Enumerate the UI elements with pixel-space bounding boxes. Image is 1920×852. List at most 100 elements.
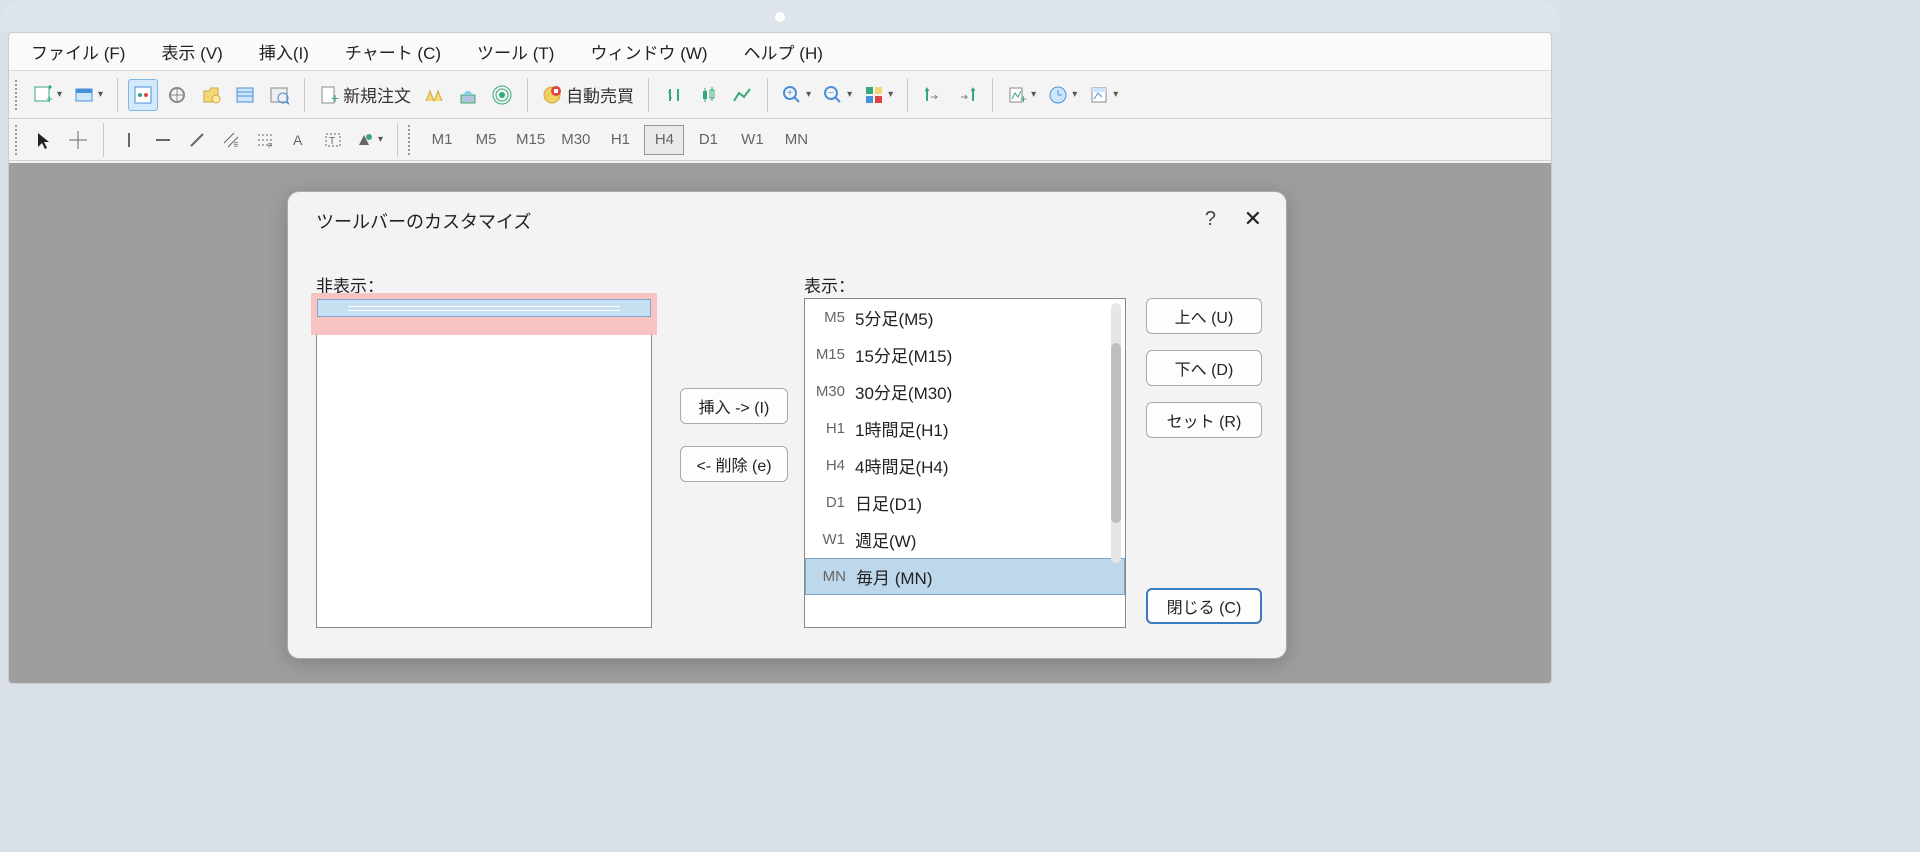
menubar: ファイル (F) 表示 (V) 挿入(I) チャート (C) ツール (T) ウ…	[9, 33, 1551, 71]
text-label-icon[interactable]: T	[318, 124, 348, 156]
timeframe-h4[interactable]: H4	[644, 125, 684, 155]
separator	[117, 78, 118, 112]
shapes-icon[interactable]	[352, 124, 387, 156]
item-code: W1	[811, 531, 855, 548]
text-icon[interactable]: A	[284, 124, 314, 156]
menu-insert[interactable]: 挿入(I)	[241, 39, 327, 64]
window-dot	[775, 12, 785, 22]
toolbar-handle[interactable]	[408, 125, 414, 155]
cursor-icon[interactable]	[29, 124, 59, 156]
options-icon[interactable]	[453, 79, 483, 111]
menu-view[interactable]: 表示 (V)	[143, 39, 240, 64]
set-button[interactable]: セット (R)	[1146, 402, 1262, 438]
close-button[interactable]: 閉じる (C)	[1146, 588, 1262, 624]
separator-item[interactable]	[317, 299, 651, 317]
toolbar-handle[interactable]	[15, 125, 21, 155]
timeframe-m1[interactable]: M1	[422, 125, 462, 155]
fibonacci-icon[interactable]: F	[250, 124, 280, 156]
new-order-label: 新規注文	[343, 82, 411, 107]
item-label: 1時間足(H1)	[855, 416, 949, 441]
timeframe-m15[interactable]: M15	[510, 125, 551, 155]
help-icon[interactable]: ?	[1205, 208, 1216, 231]
terminal-icon[interactable]	[230, 79, 260, 111]
auto-scroll-icon[interactable]	[918, 79, 948, 111]
data-window-icon[interactable]	[162, 79, 192, 111]
timeframe-mn[interactable]: MN	[776, 125, 816, 155]
item-code: MN	[812, 568, 856, 585]
trend-line-icon[interactable]	[182, 124, 212, 156]
periods-icon[interactable]	[1044, 79, 1081, 111]
profiles-icon[interactable]	[70, 79, 107, 111]
list-item[interactable]: D1日足(D1)	[805, 484, 1125, 521]
customize-toolbar-dialog: ツールバーのカスタマイズ ? ✕ 非表示： 表示： 挿入 -> (I) <- 削…	[287, 191, 1287, 659]
move-down-button[interactable]: 下へ (D)	[1146, 350, 1262, 386]
market-watch-icon[interactable]	[128, 79, 158, 111]
separator	[527, 78, 528, 112]
equidistant-channel-icon[interactable]: E	[216, 124, 246, 156]
crosshair-icon[interactable]	[63, 124, 93, 156]
svg-text:+: +	[46, 92, 53, 105]
menu-file[interactable]: ファイル (F)	[13, 39, 143, 64]
timeframe-m5[interactable]: M5	[466, 125, 506, 155]
transfer-buttons: 挿入 -> (I) <- 削除 (e)	[680, 388, 788, 482]
delete-button[interactable]: <- 削除 (e)	[680, 446, 788, 482]
candlestick-icon[interactable]	[693, 79, 723, 111]
scrollbar-thumb[interactable]	[1111, 343, 1121, 523]
item-label: 毎月 (MN)	[856, 564, 932, 589]
zoom-in-icon[interactable]: +	[778, 79, 815, 111]
shown-items-list[interactable]: M55分足(M5)M1515分足(M15)M3030分足(M30)H11時間足(…	[804, 298, 1126, 628]
chart-shift-icon[interactable]	[952, 79, 982, 111]
list-item[interactable]: H44時間足(H4)	[805, 447, 1125, 484]
vertical-line-icon[interactable]	[114, 124, 144, 156]
move-up-button[interactable]: 上へ (U)	[1146, 298, 1262, 334]
hidden-items-list[interactable]	[316, 298, 652, 628]
separator	[397, 123, 398, 157]
line-chart-icon[interactable]	[727, 79, 757, 111]
close-icon[interactable]: ✕	[1244, 206, 1262, 232]
scrollbar[interactable]	[1111, 303, 1121, 563]
indicators-icon[interactable]: +	[1003, 79, 1040, 111]
templates-icon[interactable]	[1085, 79, 1122, 111]
separator	[767, 78, 768, 112]
list-item[interactable]: M55分足(M5)	[805, 299, 1125, 336]
svg-text:E: E	[234, 142, 239, 149]
separator	[648, 78, 649, 112]
item-code: M30	[811, 383, 855, 400]
order-buttons: 上へ (U) 下へ (D) セット (R)	[1146, 298, 1262, 438]
timeframe-m30[interactable]: M30	[555, 125, 596, 155]
metaeditor-icon[interactable]	[419, 79, 449, 111]
strategy-tester-icon[interactable]	[264, 79, 294, 111]
list-item[interactable]: W1週足(W)	[805, 521, 1125, 558]
item-code: H4	[811, 457, 855, 474]
navigator-icon[interactable]	[196, 79, 226, 111]
timeframe-d1[interactable]: D1	[688, 125, 728, 155]
separator	[992, 78, 993, 112]
bar-chart-icon[interactable]	[659, 79, 689, 111]
separator	[907, 78, 908, 112]
menu-help[interactable]: ヘルプ (H)	[726, 39, 841, 64]
menu-tools[interactable]: ツール (T)	[459, 39, 572, 64]
timeframe-w1[interactable]: W1	[732, 125, 772, 155]
item-label: 週足(W)	[855, 527, 916, 552]
menu-window[interactable]: ウィンドウ (W)	[572, 39, 725, 64]
signals-icon[interactable]	[487, 79, 517, 111]
item-label: 30分足(M30)	[855, 379, 952, 404]
zoom-out-icon[interactable]: −	[819, 79, 856, 111]
new-chart-icon[interactable]: +	[29, 79, 66, 111]
auto-trade-button[interactable]: 自動売買	[538, 79, 638, 111]
menu-chart[interactable]: チャート (C)	[327, 39, 459, 64]
list-item[interactable]: H11時間足(H1)	[805, 410, 1125, 447]
svg-text:A: A	[293, 132, 303, 148]
timeframe-h1[interactable]: H1	[600, 125, 640, 155]
toolbar-handle[interactable]	[15, 80, 21, 110]
list-item[interactable]: M3030分足(M30)	[805, 373, 1125, 410]
insert-button[interactable]: 挿入 -> (I)	[680, 388, 788, 424]
tile-windows-icon[interactable]	[860, 79, 897, 111]
item-label: 15分足(M15)	[855, 342, 952, 367]
new-order-button[interactable]: + 新規注文	[315, 79, 415, 111]
highlighted-item	[311, 293, 657, 335]
horizontal-line-icon[interactable]	[148, 124, 178, 156]
list-item[interactable]: MN毎月 (MN)	[805, 558, 1125, 595]
list-item[interactable]: M1515分足(M15)	[805, 336, 1125, 373]
item-code: M15	[811, 346, 855, 363]
